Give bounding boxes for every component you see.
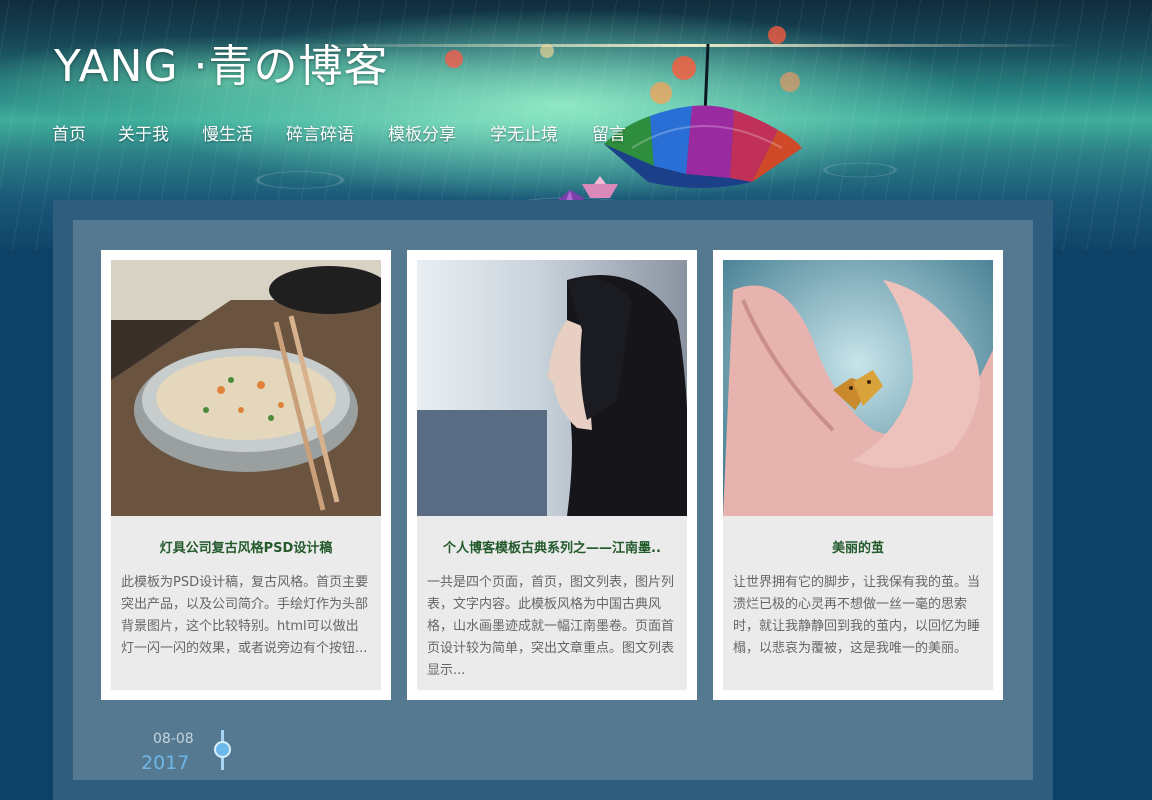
umbrella-icon	[604, 44, 802, 188]
article-summary: 让世界拥有它的脚步，让我保有我的茧。当溃烂已极的心灵再不想做一丝一毫的思索时，就…	[733, 575, 981, 656]
article-summary: 一共是四个页面，首页，图文列表，图片列表，文字内容。此模板风格为中国古典风格，山…	[427, 575, 675, 678]
timeline-year: 2017	[141, 752, 190, 774]
nav-item-learning[interactable]: 学无止境	[490, 120, 558, 145]
butterfly-hands-image	[723, 260, 993, 516]
rice-bowl-image	[111, 260, 381, 516]
article-card[interactable]: 美丽的茧 让世界拥有它的脚步，让我保有我的茧。当溃烂已极的心灵再不想做一丝一毫的…	[713, 250, 1003, 700]
nav-item-slow-life[interactable]: 慢生活	[202, 120, 253, 145]
nav-item-notes[interactable]: 碎言碎语	[286, 120, 354, 145]
nav-item-templates[interactable]: 模板分享	[388, 120, 456, 145]
article-card-body: 美丽的茧 让世界拥有它的脚步，让我保有我的茧。当溃烂已极的心灵再不想做一丝一毫的…	[723, 260, 993, 690]
article-thumbnail[interactable]	[723, 260, 993, 516]
timeline-date: 08-08	[153, 731, 194, 747]
article-thumbnail[interactable]	[111, 260, 381, 516]
article-summary: 此模板为PSD设计稿，复古风格。首页主要突出产品，以及公司简介。手绘灯作为头部背…	[121, 575, 369, 656]
paper-boat-icon	[582, 176, 618, 198]
article-card[interactable]: 个人博客模板古典系列之——江南墨.. 一共是四个页面，首页，图文列表，图片列表，…	[407, 250, 697, 700]
article-thumbnail[interactable]	[417, 260, 687, 516]
nav-item-about[interactable]: 关于我	[118, 120, 169, 145]
woman-portrait-image	[417, 260, 687, 516]
article-card-body: 灯具公司复古风格PSD设计稿 此模板为PSD设计稿，复古风格。首页主要突出产品，…	[111, 260, 381, 690]
site-title: YANG ·青の博客	[54, 41, 389, 92]
timeline-dot	[214, 741, 231, 758]
nav-item-home[interactable]: 首页	[52, 120, 86, 145]
article-card-body: 个人博客模板古典系列之——江南墨.. 一共是四个页面，首页，图文列表，图片列表，…	[417, 260, 687, 690]
article-card[interactable]: 灯具公司复古风格PSD设计稿 此模板为PSD设计稿，复古风格。首页主要突出产品，…	[101, 250, 391, 700]
nav-item-guestbook[interactable]: 留言	[592, 120, 626, 145]
